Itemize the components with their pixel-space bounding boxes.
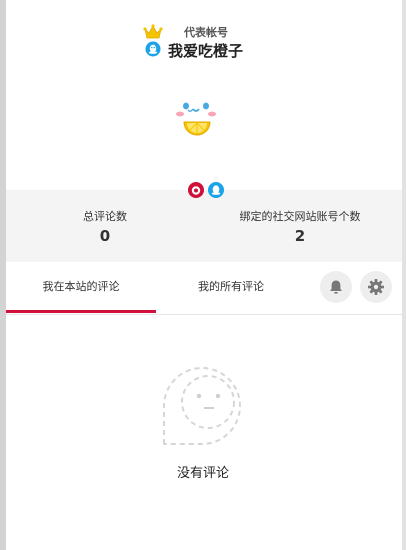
empty-comment-icon: [163, 367, 241, 445]
total-comments-stat: 总评论数 0: [60, 210, 150, 246]
username: 我爱吃橙子: [168, 42, 244, 60]
representative-account-label: 代表帐号: [184, 26, 228, 39]
avatar: [176, 102, 216, 136]
bound-accounts-label: 绑定的社交网站账号个数: [239, 210, 361, 223]
bound-accounts-stat: 绑定的社交网站账号个数 2: [222, 210, 378, 246]
bell-icon: [330, 280, 342, 294]
comment-tabs: 我在本站的评论 我的所有评论: [6, 262, 402, 315]
empty-state-text: 没有评论: [176, 466, 229, 481]
tab-site-comments[interactable]: 我在本站的评论: [6, 262, 156, 312]
weibo-icon: [188, 182, 204, 198]
gear-icon: [368, 279, 384, 295]
tab-all-comments[interactable]: 我的所有评论: [156, 262, 306, 312]
qq-icon: [208, 182, 224, 198]
bound-accounts-value: 2: [294, 227, 306, 245]
total-comments-label: 总评论数: [83, 210, 127, 223]
bound-social-accounts: [188, 182, 224, 198]
total-comments-value: 0: [99, 227, 111, 245]
active-tab-indicator: [6, 310, 156, 313]
settings-button[interactable]: [360, 271, 392, 303]
qq-icon: [145, 41, 161, 57]
profile-header: 代表帐号 我爱吃橙子: [0, 0, 406, 190]
comment-profile-panel: 代表帐号 我爱吃橙子 总评论数 0 绑定的社交网站账号个数 2 我在本站的评论 …: [0, 0, 406, 550]
notifications-button[interactable]: [320, 271, 352, 303]
crown-icon: [143, 24, 163, 39]
